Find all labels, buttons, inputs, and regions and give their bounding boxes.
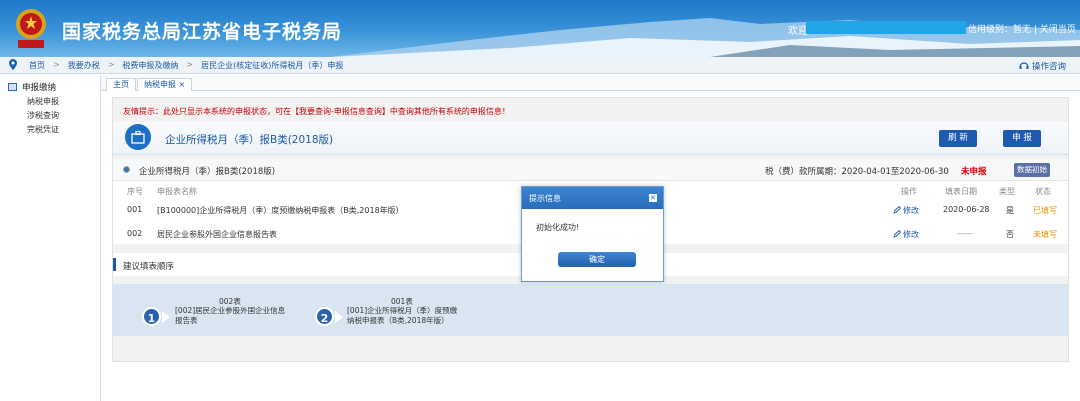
form-name-link[interactable]: [B100000]企业所得税月（季）度预缴纳税申报表（B类,2018年版） <box>157 205 404 216</box>
sidebar-item-tax-query[interactable]: 涉税查询 <box>0 107 100 121</box>
step-1-circle: 1 <box>142 307 161 326</box>
data-init-button[interactable]: 数据初始化 <box>1014 163 1050 188</box>
step-1-text[interactable]: [002]居民企业参股外国企业信息报告表 <box>175 306 287 326</box>
sidebar: 申报缴纳 纳税申报 涉税查询 完税凭证 <box>0 75 101 401</box>
briefcase-icon <box>125 124 151 150</box>
user-name-redacted <box>806 21 966 34</box>
arrow-right-icon <box>162 311 170 323</box>
prompt-dialog: 提示信息 ✕ 初始化成功! 确定 <box>521 186 664 282</box>
breadcrumb-current-page[interactable]: 居民企业(核定征收)所得税月（季）申报 <box>201 60 343 71</box>
form-title: 企业所得税月（季）报B类(2018版) <box>165 134 334 146</box>
pencil-icon <box>893 229 902 238</box>
folder-icon <box>8 83 17 91</box>
col-header-state: 状态 <box>1035 187 1051 196</box>
breadcrumb-tax-handling[interactable]: 我要办税 <box>68 60 100 71</box>
col-header-type: 类型 <box>999 187 1015 196</box>
sidebar-section-declare-pay[interactable]: 申报缴纳 <box>0 75 100 93</box>
friendly-tip: 友情提示：此处只显示本系统的申报状态，可在【我要查询-申报信息查询】中查询其他所… <box>123 107 510 116</box>
close-icon[interactable]: ✕ <box>649 194 657 202</box>
sidebar-item-tax-certificate[interactable]: 完税凭证 <box>0 121 100 135</box>
tab-bar: 主页 纳税申报 × <box>101 75 1080 91</box>
location-pin-icon <box>9 59 17 73</box>
radio-selected[interactable] <box>123 166 130 173</box>
dialog-message: 初始化成功! <box>536 223 580 232</box>
suggest-order-title: 建议填表顺序 <box>123 262 175 272</box>
operation-help-link[interactable]: 操作咨询 <box>1019 60 1066 72</box>
edit-link[interactable]: 修改 <box>893 205 919 216</box>
site-title: 国家税务总局江苏省电子税务局 <box>62 21 343 43</box>
col-header-name: 申报表名称 <box>157 187 197 196</box>
row-state: 已填写 <box>1033 206 1057 215</box>
breadcrumb-declare-pay[interactable]: 税费申报及缴纳 <box>122 60 178 71</box>
pencil-icon <box>893 205 902 214</box>
step-2-text[interactable]: [001]企业所得税月（季）度预缴纳税申报表（B类,2018年版） <box>347 306 459 326</box>
step-2-circle: 2 <box>315 307 334 326</box>
breadcrumb-bar: 首页 > 我要办税 > 税费申报及缴纳 > 居民企业(核定征收)所得税月（季）申… <box>0 57 1080 74</box>
tab-tax-declare[interactable]: 纳税申报 × <box>137 78 193 91</box>
declare-button[interactable]: 申 报 <box>1003 130 1041 147</box>
credit-and-close[interactable]: 信用级别：暂无 | 关闭当页 <box>968 22 1076 35</box>
form-header: 企业所得税月（季）报B类(2018版) 刷 新 申 报 <box>113 122 1068 155</box>
tax-period: 税（费）款所属期：2020-04-01至2020-06-30 <box>765 167 949 177</box>
ok-button[interactable]: 确定 <box>558 252 636 267</box>
national-emblem-icon <box>16 9 46 48</box>
col-header-date: 填表日期 <box>945 187 977 196</box>
edit-link[interactable]: 修改 <box>893 229 919 240</box>
site-header: 国家税务总局江苏省电子税务局 欢迎 信用级别：暂无 | 关闭当页 <box>0 0 1080 57</box>
fill-order-flow: 1 002表 [002]居民企业参股外国企业信息报告表 2 001表 [001]… <box>113 284 1068 336</box>
breadcrumb: 首页 > 我要办税 > 税费申报及缴纳 > 居民企业(核定征收)所得税月（季）申… <box>29 60 344 71</box>
form-name-link[interactable]: 居民企业参股外国企业信息报告表 <box>157 229 277 240</box>
welcome-text: 欢迎 <box>788 26 808 37</box>
arrow-right-icon <box>335 311 343 323</box>
dialog-title: 提示信息 <box>529 194 561 203</box>
status-badge: 未申报 <box>961 167 987 177</box>
period-form-name: 企业所得税月（季）报B类(2018版) <box>139 167 276 177</box>
col-header-no: 序号 <box>127 187 143 196</box>
tab-home[interactable]: 主页 <box>106 78 136 91</box>
period-row: 企业所得税月（季）报B类(2018版) 税（费）款所属期：2020-04-01至… <box>113 159 1068 188</box>
col-header-action: 操作 <box>901 187 917 196</box>
row-state: 未填写 <box>1033 230 1057 239</box>
dialog-header: 提示信息 ✕ <box>522 187 663 209</box>
breadcrumb-home[interactable]: 首页 <box>29 60 45 71</box>
refresh-button[interactable]: 刷 新 <box>939 130 977 147</box>
headset-icon <box>1019 62 1029 69</box>
sidebar-item-tax-declare[interactable]: 纳税申报 <box>0 93 100 107</box>
